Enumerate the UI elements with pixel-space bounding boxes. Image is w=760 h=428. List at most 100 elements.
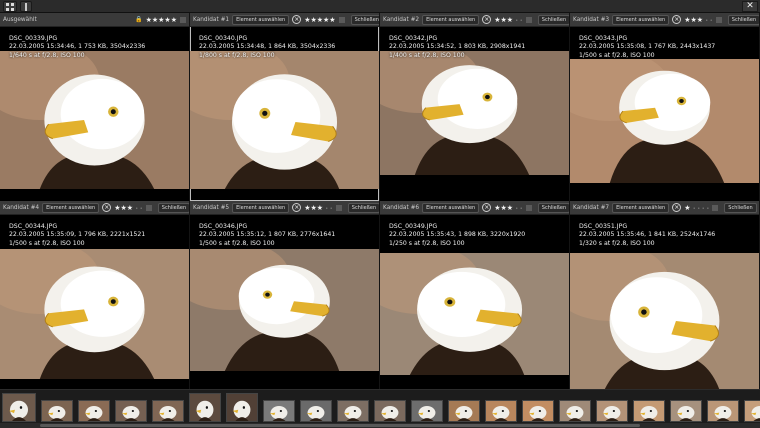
- select-element-button[interactable]: Element auswählen: [42, 202, 100, 213]
- candidate-label: Kandidat #3: [573, 16, 610, 23]
- close-candidate-button[interactable]: Schließen: [537, 202, 569, 213]
- candidate-label: Kandidat #2: [383, 16, 420, 23]
- photo-info: DSC_00340.JPG 22.03.2005 15:34:48, 1 864…: [199, 35, 335, 60]
- filmstrip-thumbnail[interactable]: [448, 400, 480, 422]
- candidate-label: Kandidat #6: [383, 204, 420, 211]
- filmstrip-thumbnail[interactable]: [2, 393, 36, 422]
- filmstrip-thumbnail[interactable]: [559, 400, 591, 422]
- reject-icon[interactable]: ×: [482, 203, 492, 212]
- file-meta: 22.03.2005 15:35:46, 1 841 KB, 2524x1746: [579, 231, 716, 239]
- reject-icon[interactable]: ×: [482, 15, 492, 24]
- color-label-icon[interactable]: [525, 204, 532, 211]
- close-window-button[interactable]: ✕: [742, 1, 758, 12]
- close-candidate-button[interactable]: Schließen: [347, 202, 379, 213]
- color-label-icon[interactable]: [180, 16, 186, 23]
- candidate-label: Ausgewählt: [3, 16, 37, 23]
- filmstrip-thumbnail[interactable]: [78, 400, 110, 422]
- photo-info: DSC_00343.JPG 22.03.2005 15:35:08, 1 767…: [579, 35, 715, 60]
- compare-cell[interactable]: Kandidat #4 Element auswählen × ★★★ • • Sc…: [0, 201, 189, 389]
- reject-icon[interactable]: ×: [672, 203, 682, 212]
- filmstrip-thumbnail[interactable]: [596, 400, 628, 422]
- close-candidate-button[interactable]: Schließen: [350, 14, 379, 25]
- eagle-photo[interactable]: [570, 59, 759, 183]
- filmstrip-thumbnail[interactable]: [189, 393, 221, 422]
- color-label-icon[interactable]: [338, 16, 345, 23]
- compare-cell[interactable]: Kandidat #1 Element auswählen × ★★★★★ Schl…: [190, 13, 379, 201]
- filmstrip-thumbnail[interactable]: [226, 393, 258, 422]
- exposure-info: 1/500 s at f/2.8, ISO 100: [199, 239, 275, 247]
- filmstrip-thumbnail[interactable]: [707, 400, 739, 422]
- cell-header: Kandidat #5 Element auswählen × ★★★ • • Sc…: [190, 201, 379, 215]
- star-rating[interactable]: ★ • • • •: [684, 204, 709, 212]
- color-label-icon[interactable]: [715, 16, 722, 23]
- compare-cell[interactable]: Kandidat #7 Element auswählen × ★ • • • • …: [570, 201, 759, 389]
- photo-info: DSC_00344.JPG 22.03.2005 15:35:09, 1 796…: [9, 223, 145, 248]
- exposure-info: 1/500 s at f/2.8, ISO 100: [9, 239, 85, 247]
- compare-cell[interactable]: Ausgewählt 🔒 ★★★★★ DSC_00339.JPG 22.03.200…: [0, 13, 189, 201]
- file-meta: 22.03.2005 15:35:08, 1 767 KB, 2443x1437: [579, 43, 716, 51]
- filmstrip-thumbnail[interactable]: [485, 400, 517, 422]
- select-element-button[interactable]: Element auswählen: [422, 202, 480, 213]
- select-element-button[interactable]: Element auswählen: [232, 202, 290, 213]
- filmstrip-scrollbar[interactable]: [0, 423, 760, 428]
- eagle-photo[interactable]: [380, 253, 569, 375]
- eagle-photo[interactable]: [0, 249, 189, 379]
- filmstrip-thumbnail[interactable]: [411, 400, 443, 422]
- filmstrip-thumbnail[interactable]: [337, 400, 369, 422]
- star-rating[interactable]: ★★★ • •: [494, 204, 523, 212]
- eagle-photo[interactable]: [380, 51, 569, 175]
- select-element-button[interactable]: Element auswählen: [232, 14, 290, 25]
- compare-cell[interactable]: Kandidat #3 Element auswählen × ★★★ • • Sc…: [570, 13, 759, 201]
- color-label-icon[interactable]: [145, 204, 152, 211]
- reject-icon[interactable]: ×: [292, 15, 302, 24]
- scrollbar-thumb[interactable]: [40, 424, 640, 427]
- close-candidate-button[interactable]: Schließen: [537, 14, 569, 25]
- compare-cell[interactable]: Kandidat #5 Element auswählen × ★★★ • • Sc…: [190, 201, 379, 389]
- compare-cell[interactable]: Kandidat #6 Element auswählen × ★★★ • • Sc…: [380, 201, 569, 389]
- filmstrip-thumbnail[interactable]: [115, 400, 147, 422]
- cell-header: Kandidat #1 Element auswählen × ★★★★★ Schl…: [190, 13, 379, 27]
- select-element-button[interactable]: Element auswählen: [422, 14, 480, 25]
- star-rating[interactable]: ★★★★★: [146, 16, 177, 24]
- single-view-button[interactable]: [20, 1, 32, 12]
- color-label-icon[interactable]: [335, 204, 342, 211]
- reject-icon[interactable]: ×: [672, 15, 682, 24]
- eagle-photo[interactable]: [570, 253, 759, 389]
- filmstrip-thumbnail[interactable]: [300, 400, 332, 422]
- select-element-button[interactable]: Element auswählen: [612, 202, 670, 213]
- select-element-button[interactable]: Element auswählen: [612, 14, 670, 25]
- candidate-label: Kandidat #1: [193, 16, 230, 23]
- reject-icon[interactable]: ×: [102, 203, 112, 212]
- close-candidate-button[interactable]: Schließen: [157, 202, 189, 213]
- star-rating[interactable]: ★★★ • •: [304, 204, 333, 212]
- star-rating[interactable]: ★★★★★: [304, 16, 335, 24]
- star-rating[interactable]: ★★★ • •: [684, 16, 713, 24]
- grid-view-button[interactable]: [3, 1, 17, 12]
- color-label-icon[interactable]: [712, 204, 719, 211]
- color-label-icon[interactable]: [525, 16, 532, 23]
- filmstrip-thumbnail[interactable]: [744, 400, 760, 422]
- single-view-icon: [25, 2, 27, 11]
- close-candidate-button[interactable]: Schließen: [724, 202, 757, 213]
- filmstrip-thumbnail[interactable]: [522, 400, 554, 422]
- filmstrip-thumbnail[interactable]: [633, 400, 665, 422]
- eagle-photo[interactable]: [190, 249, 379, 371]
- file-meta: 22.03.2005 15:34:48, 1 864 KB, 3504x2336: [199, 43, 336, 51]
- filmstrip-thumbnail[interactable]: [152, 400, 184, 422]
- filmstrip-thumbnail[interactable]: [374, 400, 406, 422]
- compare-cell[interactable]: Kandidat #2 Element auswählen × ★★★ • • Sc…: [380, 13, 569, 201]
- filmstrip-thumbnail[interactable]: [41, 400, 73, 422]
- reject-icon[interactable]: ×: [292, 203, 302, 212]
- filmstrip-thumbnail[interactable]: [670, 400, 702, 422]
- lock-icon[interactable]: 🔒: [135, 16, 142, 23]
- eagle-photo[interactable]: [190, 51, 379, 189]
- close-candidate-button[interactable]: Schließen: [727, 14, 759, 25]
- filmstrip-thumbnail[interactable]: [263, 400, 295, 422]
- photo-info: DSC_00351.JPG 22.03.2005 15:35:46, 1 841…: [579, 223, 715, 248]
- eagle-photo[interactable]: [0, 51, 189, 189]
- cell-header: Kandidat #3 Element auswählen × ★★★ • • Sc…: [570, 13, 759, 27]
- star-rating[interactable]: ★★★ • •: [114, 204, 143, 212]
- exposure-info: 1/640 s at f/2.8, ISO 100: [9, 51, 85, 59]
- star-rating[interactable]: ★★★ • •: [494, 16, 523, 24]
- photo-info: DSC_00339.JPG 22.03.2005 15:34:46, 1 753…: [9, 35, 145, 60]
